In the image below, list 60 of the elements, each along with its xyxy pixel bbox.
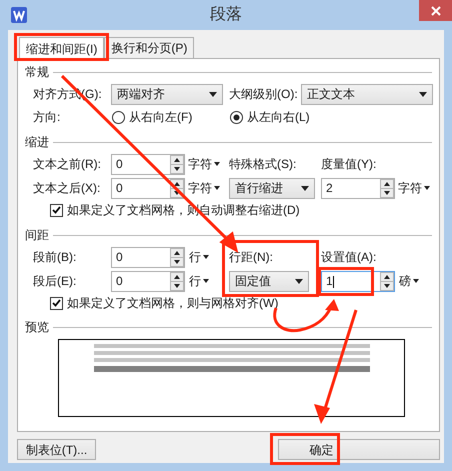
check-icon <box>52 299 61 307</box>
field-label: 度量值(Y): <box>321 156 378 173</box>
tab[interactable]: 换行和分页(P) <box>104 37 194 58</box>
close-icon <box>430 6 440 16</box>
spin-buttons-icon <box>380 272 394 290</box>
button[interactable]: 确定 <box>278 439 440 460</box>
check-icon <box>52 206 61 214</box>
radio-button[interactable]: 从右向左(F) <box>112 108 230 126</box>
caret-icon <box>424 186 430 190</box>
section-heading: 间距 <box>25 227 49 244</box>
unit-dropdown[interactable]: 行 <box>189 246 219 268</box>
checkbox[interactable] <box>50 204 63 216</box>
number-field[interactable]: 0 <box>111 270 185 292</box>
number-field[interactable]: 2 <box>321 178 395 198</box>
number-field[interactable]: 0 <box>111 154 185 174</box>
field-label: 大纲级别(O): <box>229 86 299 103</box>
caret-icon <box>209 92 217 96</box>
field-label: 设置值(A): <box>321 249 378 266</box>
field-label: 段后(E): <box>33 273 78 290</box>
checkbox[interactable] <box>50 296 63 310</box>
spin-buttons-icon <box>170 272 184 290</box>
field-label: 段前(B): <box>33 249 78 266</box>
unit-dropdown[interactable]: 字符 <box>398 178 430 198</box>
caret-icon <box>214 186 220 190</box>
close-button[interactable] <box>419 0 452 21</box>
number-field[interactable]: 0 <box>111 246 185 268</box>
number-field[interactable]: 1 <box>321 270 395 292</box>
radio-button[interactable]: 从左向右(L) <box>230 108 310 126</box>
unit-dropdown[interactable]: 磅 <box>399 270 419 292</box>
tab[interactable]: 缩进和间距(I) <box>19 37 104 59</box>
caret-icon <box>214 162 220 166</box>
number-field[interactable]: 0 <box>111 178 185 198</box>
caret-icon <box>203 279 209 283</box>
button[interactable]: 制表位(T)... <box>17 439 96 460</box>
unit-dropdown[interactable]: 行 <box>189 270 219 292</box>
caret-icon <box>295 278 303 284</box>
field-label: 行距(N): <box>229 249 273 266</box>
dropdown[interactable]: 首行缩进 <box>229 178 315 198</box>
spin-buttons-icon <box>170 248 184 266</box>
window-title: 段落 <box>210 4 242 25</box>
caret-icon <box>301 186 309 190</box>
unit-dropdown[interactable]: 字符 <box>188 154 229 174</box>
caret-icon <box>419 92 427 96</box>
section-heading: 常规 <box>25 64 49 81</box>
unit-dropdown[interactable]: 字符 <box>188 178 229 198</box>
dropdown[interactable]: 固定值 <box>229 270 309 292</box>
caret-icon <box>203 255 209 259</box>
section-heading: 缩进 <box>25 134 49 151</box>
field-label: 特殊格式(S): <box>229 156 298 173</box>
field-label: 文本之后(X): <box>33 180 102 197</box>
caret-icon <box>413 279 419 283</box>
field-label: 方向: <box>33 109 62 126</box>
dropdown[interactable]: 两端对齐 <box>111 84 223 104</box>
dropdown[interactable]: 正文文本 <box>301 84 433 104</box>
field-label: 文本之前(R): <box>33 156 102 173</box>
spin-buttons-icon <box>170 154 184 174</box>
section-heading: 预览 <box>25 319 49 336</box>
app-icon <box>11 7 27 23</box>
spin-buttons-icon <box>380 178 394 198</box>
checkbox-label: 如果定义了文档网格，则与网格对齐(W) <box>67 295 278 312</box>
